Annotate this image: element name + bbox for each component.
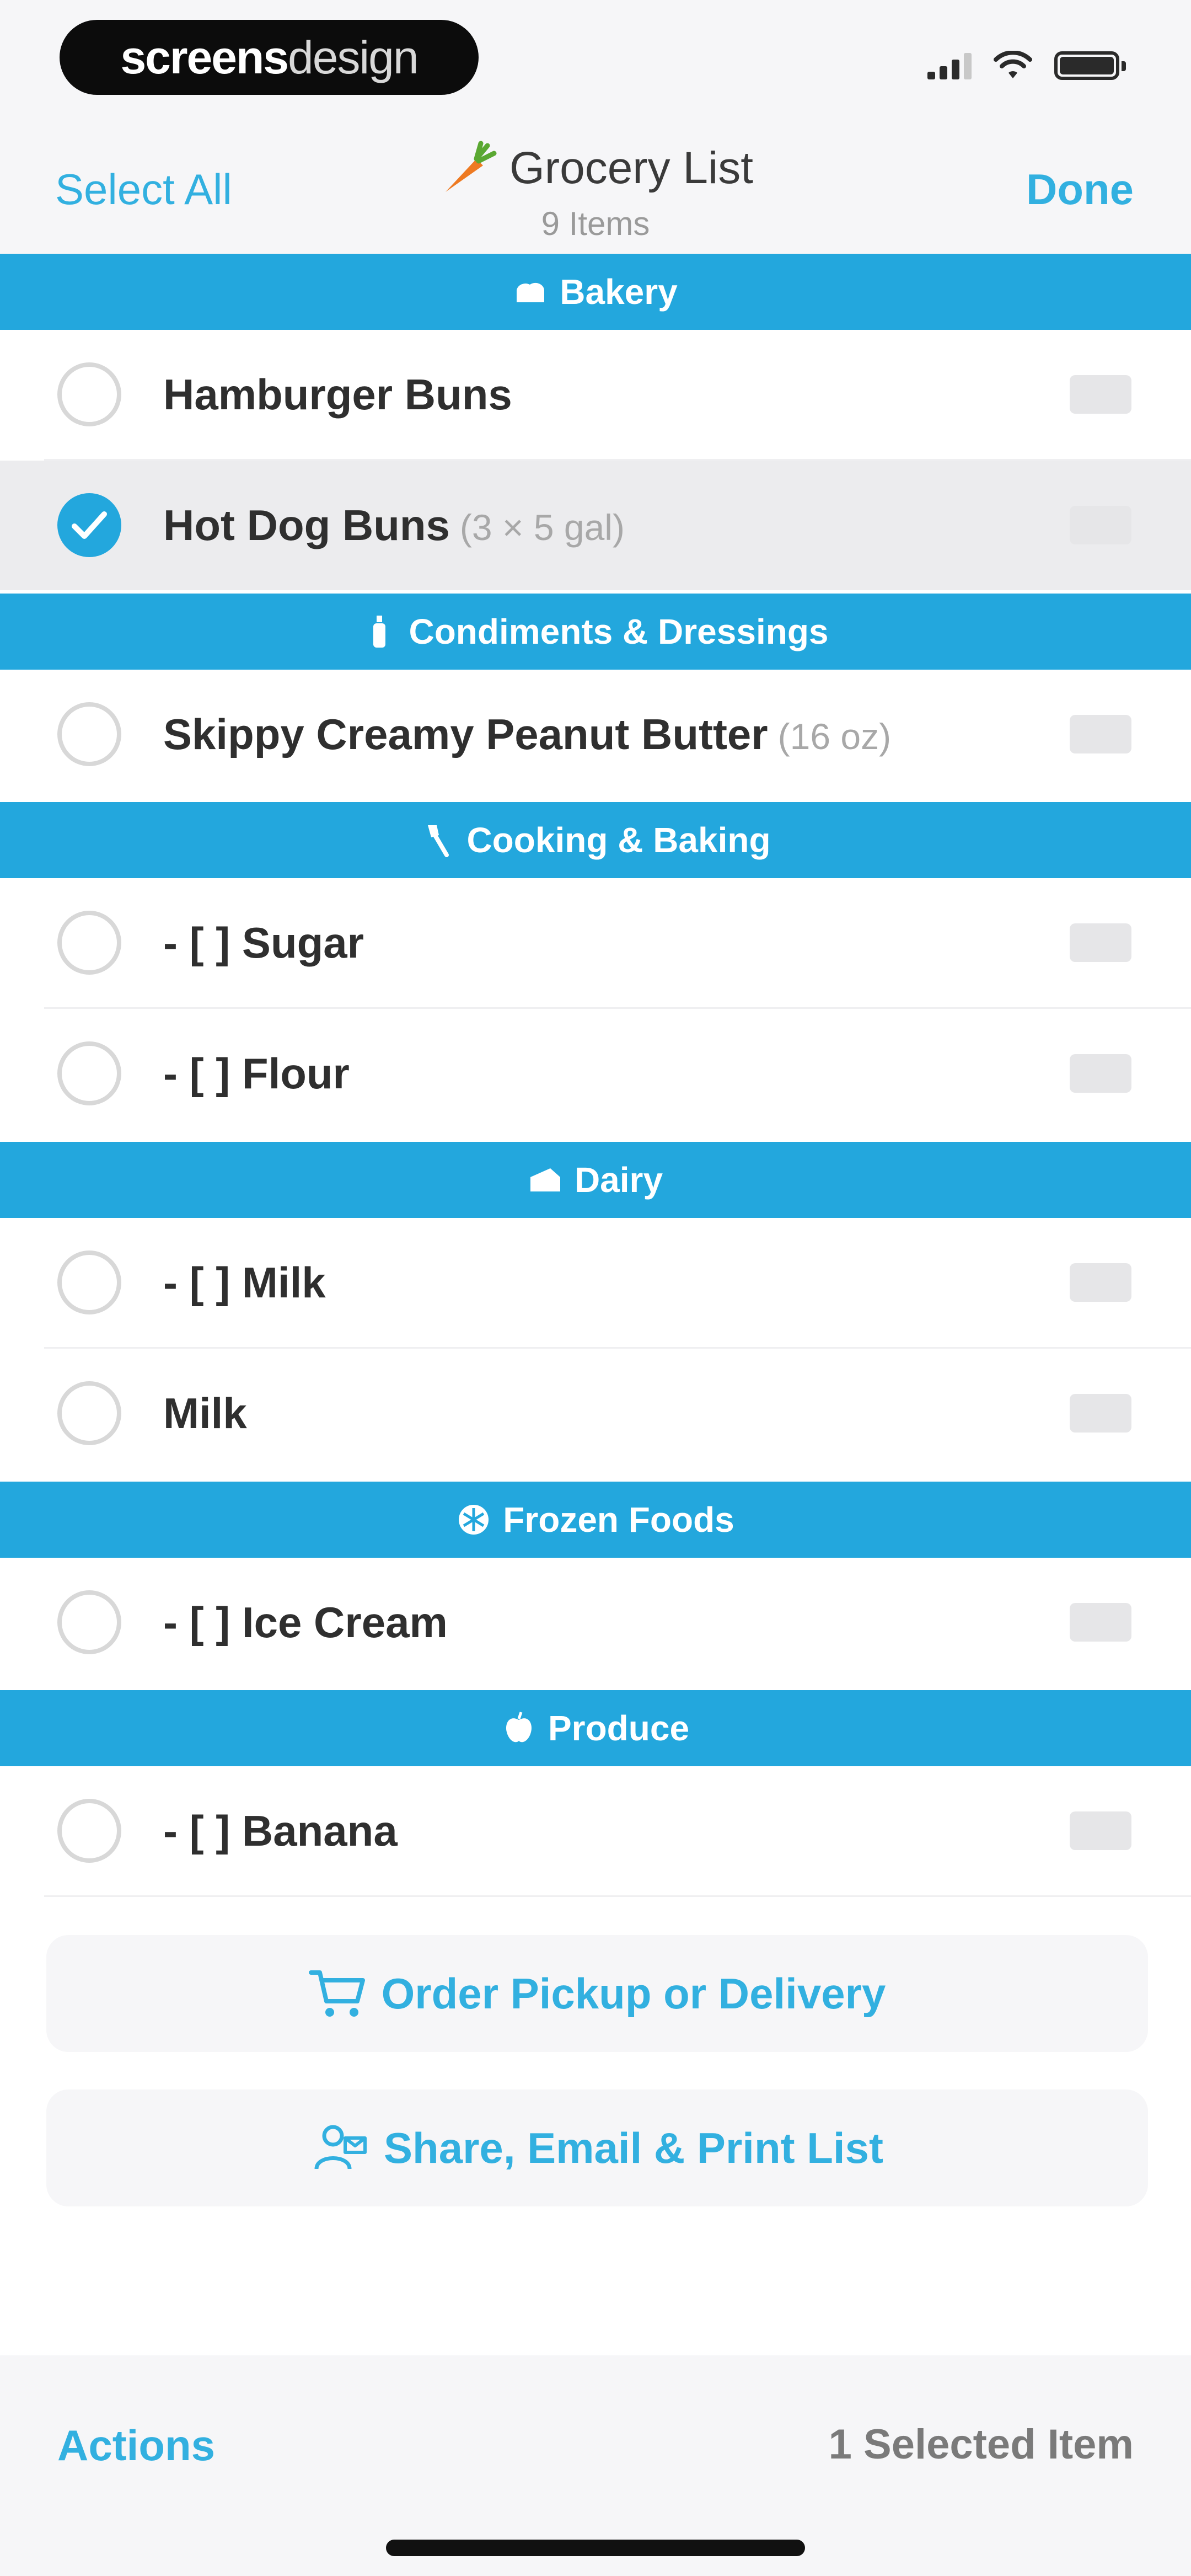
screensdesign-logo: screens design — [60, 20, 479, 95]
item-name: - [ ] Ice Cream — [163, 1598, 448, 1647]
logo-text-bold: screens — [120, 31, 289, 83]
order-button-label: Order Pickup or Delivery — [381, 1969, 886, 2018]
section-header-produce[interactable]: Produce — [0, 1690, 1191, 1766]
list-item[interactable]: - [ ] Milk — [0, 1218, 1191, 1348]
section-title: Dairy — [574, 1160, 663, 1200]
share-people-icon — [314, 2125, 367, 2169]
item-photo-placeholder[interactable] — [1070, 375, 1131, 414]
bread-icon — [513, 275, 548, 309]
carrot-icon — [446, 141, 497, 192]
checkbox[interactable] — [57, 1381, 121, 1445]
section-header-dairy[interactable]: Dairy — [0, 1142, 1191, 1218]
share-button-label: Share, Email & Print List — [384, 2123, 883, 2172]
status-bar: screens design — [0, 0, 1191, 116]
actions-button[interactable]: Actions — [57, 2420, 215, 2471]
share-email-print-button[interactable]: Share, Email & Print List — [46, 2089, 1148, 2206]
section-title: Bakery — [560, 272, 678, 312]
item-photo-placeholder[interactable] — [1070, 1054, 1131, 1093]
checkbox-checked[interactable] — [57, 493, 121, 557]
status-icons — [927, 51, 1126, 81]
list-item[interactable]: Skippy Creamy Peanut Butter (16 oz) — [0, 670, 1191, 799]
section-title: Cooking & Baking — [466, 820, 771, 860]
signal-icon — [927, 52, 972, 79]
checkbox[interactable] — [57, 362, 121, 426]
item-count: 9 Items — [541, 205, 650, 242]
item-photo-placeholder[interactable] — [1070, 1811, 1131, 1850]
list-item[interactable]: Hot Dog Buns (3 × 5 gal) — [0, 461, 1191, 590]
list-item[interactable]: Hamburger Buns — [0, 330, 1191, 459]
list-item[interactable]: - [ ] Flour — [0, 1009, 1191, 1139]
section-title: Produce — [548, 1708, 690, 1748]
item-name: - [ ] Flour — [163, 1049, 350, 1098]
page-title: Grocery List — [509, 143, 753, 193]
order-pickup-delivery-button[interactable]: Order Pickup or Delivery — [46, 1935, 1148, 2052]
item-photo-placeholder[interactable] — [1070, 1603, 1131, 1642]
list-item[interactable]: - [ ] Ice Cream — [0, 1558, 1191, 1687]
home-indicator[interactable] — [386, 2540, 805, 2556]
battery-icon — [1054, 51, 1126, 80]
item-quantity: (3 × 5 gal) — [459, 507, 625, 548]
item-quantity: (16 oz) — [777, 716, 892, 757]
section-header-cooking[interactable]: Cooking & Baking — [0, 802, 1191, 878]
item-name: - [ ] Banana — [163, 1807, 398, 1855]
item-name: - [ ] Sugar — [163, 918, 364, 967]
section-title: Condiments & Dressings — [409, 612, 829, 651]
item-photo-placeholder[interactable] — [1070, 1263, 1131, 1302]
checkbox[interactable] — [57, 702, 121, 766]
section-header-frozen[interactable]: Frozen Foods — [0, 1482, 1191, 1558]
bottle-icon — [362, 614, 396, 649]
checkbox[interactable] — [57, 1250, 121, 1314]
item-photo-placeholder[interactable] — [1070, 715, 1131, 753]
cart-icon — [308, 1970, 365, 2017]
snowflake-icon — [457, 1503, 491, 1537]
checkbox[interactable] — [57, 1590, 121, 1654]
section-title: Frozen Foods — [503, 1500, 734, 1540]
checkbox[interactable] — [57, 1041, 121, 1105]
item-name: Hot Dog Buns (3 × 5 gal) — [163, 501, 625, 549]
checkbox[interactable] — [57, 911, 121, 975]
selected-count: 1 Selected Item — [828, 2421, 1134, 2468]
item-photo-placeholder[interactable] — [1070, 1394, 1131, 1433]
item-name: Skippy Creamy Peanut Butter (16 oz) — [163, 710, 892, 758]
list-item[interactable]: - [ ] Banana — [0, 1766, 1191, 1896]
nav-bar: Select All Grocery List 9 Items Done — [0, 116, 1191, 254]
cheese-icon — [528, 1163, 562, 1197]
list-item[interactable]: - [ ] Sugar — [0, 878, 1191, 1008]
checkbox[interactable] — [57, 1799, 121, 1863]
apple-icon — [502, 1711, 536, 1745]
spatula-icon — [420, 823, 454, 857]
item-photo-placeholder[interactable] — [1070, 923, 1131, 962]
done-button[interactable]: Done — [1026, 164, 1134, 215]
item-name: - [ ] Milk — [163, 1258, 326, 1307]
row-divider — [44, 1895, 1191, 1897]
logo-text-light: design — [288, 31, 419, 83]
item-name: Hamburger Buns — [163, 370, 512, 419]
section-header-bakery[interactable]: Bakery — [0, 254, 1191, 330]
bottom-toolbar: Actions 1 Selected Item — [0, 2355, 1191, 2576]
list-item[interactable]: Milk — [0, 1349, 1191, 1478]
item-name: Milk — [163, 1389, 247, 1437]
section-header-condiments[interactable]: Condiments & Dressings — [0, 594, 1191, 670]
item-photo-placeholder[interactable] — [1070, 506, 1131, 544]
nav-title-block: Grocery List 9 Items — [0, 138, 1191, 243]
wifi-icon — [994, 51, 1032, 78]
checkmark-icon — [72, 511, 107, 539]
